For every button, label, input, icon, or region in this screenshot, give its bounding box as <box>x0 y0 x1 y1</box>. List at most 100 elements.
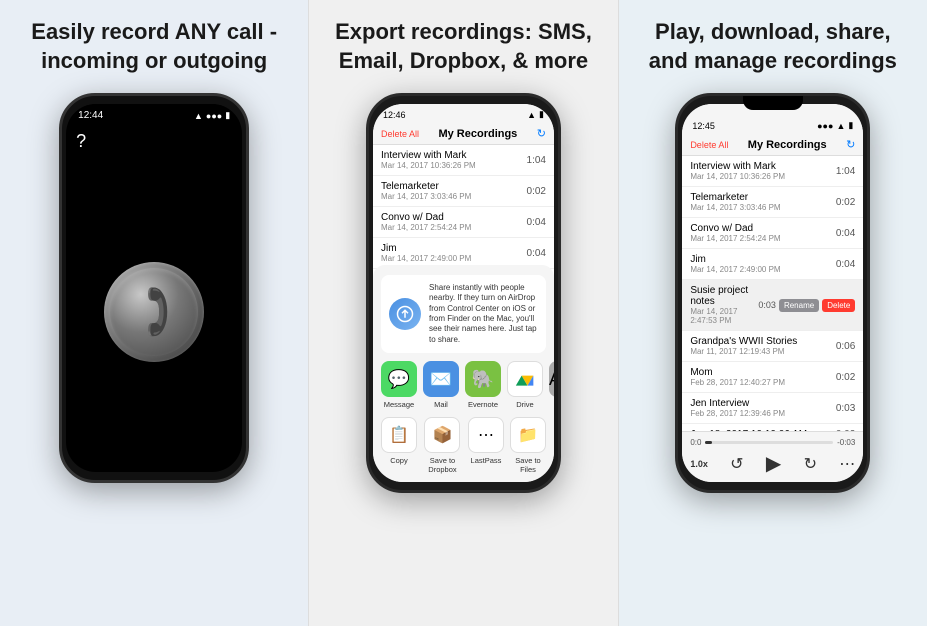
status-bar-mid: 12:46 ▲ ▮ <box>373 104 554 123</box>
delete-all-btn-mid[interactable]: Delete All <box>381 129 419 139</box>
right-rec-1[interactable]: TelemarketerMar 14, 2017 3:03:46 PM 0:02 <box>682 187 863 218</box>
drive-icon <box>507 361 543 397</box>
rec-dur-2: 0:04 <box>527 217 546 228</box>
airdrop-text: Share instantly with people nearby. If t… <box>429 283 538 345</box>
rewind-button[interactable]: ↺ <box>730 454 743 474</box>
share-action-dropbox[interactable]: 📦 Save to Dropbox <box>423 417 462 474</box>
right-rec-dur-1: 0:02 <box>836 197 855 208</box>
mid-panel-title: Export recordings: SMS, Email, Dropbox, … <box>333 18 593 75</box>
share-action-copy[interactable]: 📋 Copy <box>381 417 417 474</box>
right-rec-date-2: Mar 14, 2017 2:54:24 PM <box>690 234 780 243</box>
player-speed[interactable]: 1.0x <box>690 459 708 469</box>
left-phone-screen: 12:44 ▲ ●●● ▮ ? 📞 <box>66 104 242 472</box>
record-button[interactable]: 📞 <box>104 262 204 362</box>
recording-item-1[interactable]: Telemarketer Mar 14, 2017 3:03:46 PM 0:0… <box>373 176 554 207</box>
player-remaining-time: -0:03 <box>837 438 855 447</box>
right-rec-name-4: Grandpa's WWII Stories <box>690 336 797 347</box>
share-action-lastpass[interactable]: ⋯ LastPass <box>468 417 504 474</box>
player-track-fill <box>705 441 711 444</box>
right-phone-frame: 12:45 ●●● ▲ ▮ Delete All My Recordings ↻ <box>675 93 870 493</box>
right-rec-dur-3: 0:04 <box>836 259 855 270</box>
refresh-btn-right[interactable]: ↻ <box>846 138 855 151</box>
record-screen: 12:44 ▲ ●●● ▮ ? 📞 <box>66 104 242 472</box>
play-button[interactable]: ▶ <box>766 451 781 476</box>
right-rec-6[interactable]: Jen InterviewFeb 28, 2017 12:39:46 PM 0:… <box>682 393 863 424</box>
right-phone-wrapper: 12:45 ●●● ▲ ▮ Delete All My Recordings ↻ <box>675 93 870 493</box>
right-screen: 12:45 ●●● ▲ ▮ Delete All My Recordings ↻ <box>682 104 863 482</box>
time-counter: 0:03 <box>758 300 776 310</box>
airdrop-row: Share instantly with people nearby. If t… <box>381 275 546 353</box>
share-app-evernote[interactable]: 🐘 Evernote <box>465 361 501 409</box>
lastpass-icon: ⋯ <box>468 417 504 453</box>
player-controls: 1.0x ↺ ▶ ↻ ⋯ <box>690 451 855 476</box>
share-apps-row: 💬 Message ✉️ Mail 🐘 Evernote <box>381 361 546 409</box>
refresh-btn-mid[interactable]: ↻ <box>537 127 546 140</box>
right-rec-date-1: Mar 14, 2017 3:03:46 PM <box>690 203 780 212</box>
wifi-icon-mid: ▲ <box>527 110 536 120</box>
time-left: 12:44 <box>78 110 103 121</box>
player-track[interactable] <box>705 441 833 444</box>
forward-button[interactable]: ↻ <box>804 454 817 474</box>
dropbox-label: Save to Dropbox <box>423 456 462 474</box>
right-rec-name-5: Mom <box>690 367 785 378</box>
delete-all-btn-right[interactable]: Delete All <box>690 140 728 150</box>
evernote-label: Evernote <box>468 400 498 409</box>
signal-icon: ●●● <box>206 111 222 121</box>
right-rec-0[interactable]: Interview with MarkMar 14, 2017 10:36:26… <box>682 156 863 187</box>
recording-item-2[interactable]: Convo w/ Dad Mar 14, 2017 2:54:24 PM 0:0… <box>373 207 554 238</box>
mid-phone-screen: 12:46 ▲ ▮ Delete All My Recordings ↻ Int… <box>373 104 554 482</box>
nav-title-mid: My Recordings <box>438 128 517 140</box>
status-icons-mid: ▲ ▮ <box>527 109 544 120</box>
right-rec-active[interactable]: Susie project notesMar 14, 2017 2:47:53 … <box>682 280 863 331</box>
rename-button[interactable]: Rename <box>779 299 819 312</box>
time-right: 12:45 <box>692 121 715 131</box>
share-app-more[interactable]: Ac... Ac... <box>549 361 554 409</box>
status-bar-left: 12:44 ▲ ●●● ▮ <box>66 104 242 123</box>
right-rec-name-2: Convo w/ Dad <box>690 223 780 234</box>
right-rec-dur-5: 0:02 <box>836 372 855 383</box>
copy-icon: 📋 <box>381 417 417 453</box>
delete-button[interactable]: Delete <box>822 299 855 312</box>
rec-date-2: Mar 14, 2017 2:54:24 PM <box>381 223 471 232</box>
right-rec-date-3: Mar 14, 2017 2:49:00 PM <box>690 265 780 274</box>
nav-bar-right: Delete All My Recordings ↻ <box>682 134 863 156</box>
evernote-icon: 🐘 <box>465 361 501 397</box>
recording-item-0[interactable]: Interview with Mark Mar 14, 2017 10:36:2… <box>373 145 554 176</box>
right-rec-3[interactable]: JimMar 14, 2017 2:49:00 PM 0:04 <box>682 249 863 280</box>
player-bar: 0:0 -0:03 1.0x ↺ ▶ ↻ ⋯ <box>682 431 863 482</box>
player-timeline: 0:0 -0:03 <box>690 438 855 447</box>
share-app-mail[interactable]: ✉️ Mail <box>423 361 459 409</box>
player-current-time: 0:0 <box>690 438 701 447</box>
right-panel-title: Play, download, share, and manage record… <box>643 18 903 75</box>
share-app-drive[interactable]: Drive <box>507 361 543 409</box>
right-rec-2[interactable]: Convo w/ DadMar 14, 2017 2:54:24 PM 0:04 <box>682 218 863 249</box>
rec-dur-0: 1:04 <box>527 155 546 166</box>
rec-date-0: Mar 14, 2017 10:36:26 PM <box>381 161 476 170</box>
action-btns: 0:03 Rename Delete <box>758 299 855 312</box>
rec-dur-1: 0:02 <box>527 186 546 197</box>
rec-name-2: Convo w/ Dad <box>381 212 471 223</box>
message-icon: 💬 <box>381 361 417 397</box>
right-rec-dur-6: 0:03 <box>836 403 855 414</box>
message-label: Message <box>384 400 414 409</box>
phone-icon: 📞 <box>123 281 184 342</box>
right-rec-date-5: Feb 28, 2017 12:40:27 PM <box>690 378 785 387</box>
right-rec-5[interactable]: MomFeb 28, 2017 12:40:27 PM 0:02 <box>682 362 863 393</box>
share-app-message[interactable]: 💬 Message <box>381 361 417 409</box>
more-options-button[interactable]: ⋯ <box>839 454 855 474</box>
time-mid: 12:46 <box>383 110 406 120</box>
right-rec-dur-2: 0:04 <box>836 228 855 239</box>
rec-dur-3: 0:04 <box>527 248 546 259</box>
share-action-files[interactable]: 📁 Save to Files <box>510 417 546 474</box>
rec-name-1: Telemarketer <box>381 181 471 192</box>
phone-notch <box>743 96 803 110</box>
recordings-screen: 12:46 ▲ ▮ Delete All My Recordings ↻ Int… <box>373 104 554 482</box>
right-rec-name-1: Telemarketer <box>690 192 780 203</box>
right-rec-name-0: Interview with Mark <box>690 161 785 172</box>
mid-phone-frame: 12:46 ▲ ▮ Delete All My Recordings ↻ Int… <box>366 93 561 493</box>
record-center: 📞 <box>66 152 242 472</box>
dropbox-icon: 📦 <box>424 417 460 453</box>
left-panel-title: Easily record ANY call - incoming or out… <box>24 18 284 75</box>
right-rec-4[interactable]: Grandpa's WWII StoriesMar 11, 2017 12:19… <box>682 331 863 362</box>
nav-bar-mid: Delete All My Recordings ↻ <box>373 123 554 145</box>
